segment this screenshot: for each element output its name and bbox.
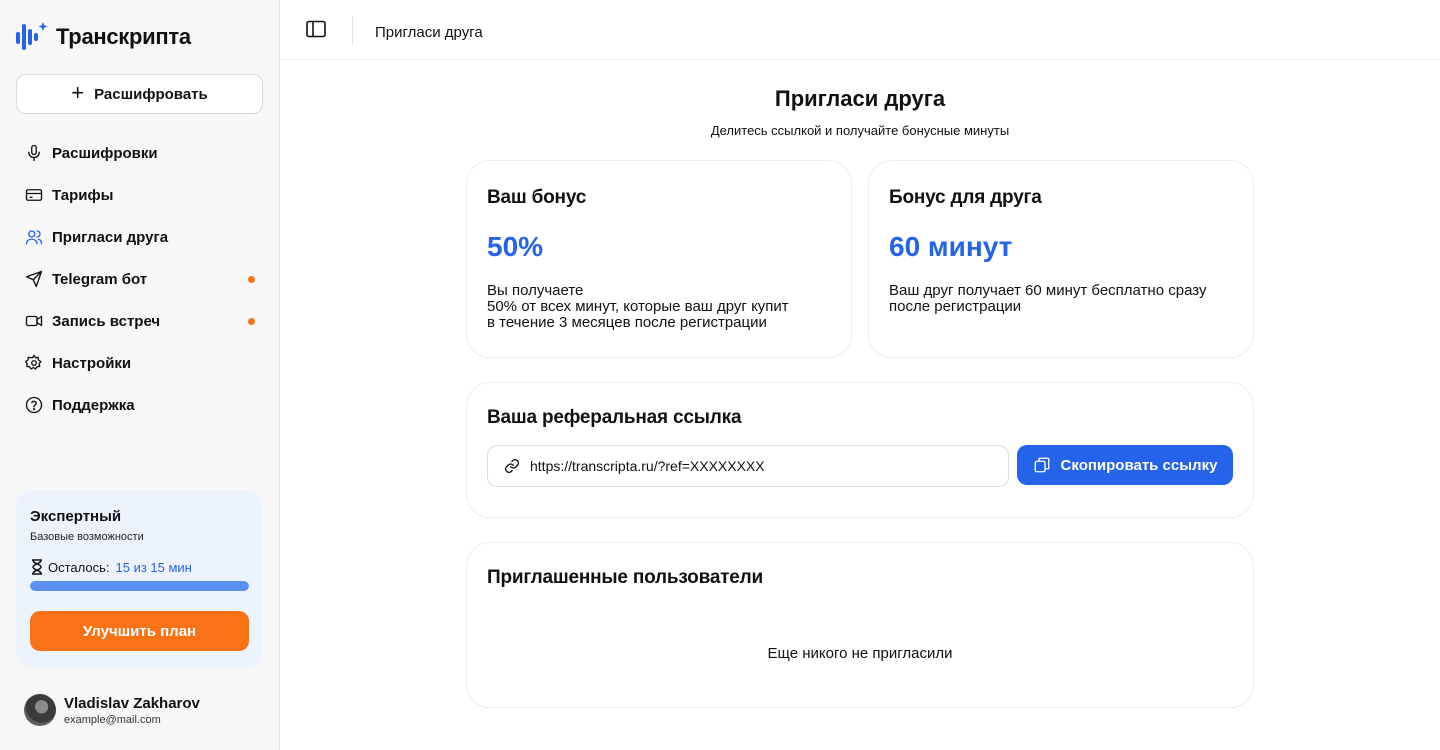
- breadcrumb: Пригласи друга: [375, 24, 483, 41]
- hourglass-icon: [32, 559, 42, 575]
- empty-state-text: Еще никого не пригласили: [767, 645, 953, 662]
- user-name: Vladislav Zakharov: [64, 694, 200, 712]
- referral-link-card: Ваша реферальная ссылка https://transcri…: [466, 382, 1254, 518]
- sidebar-item-label: Расшифровки: [52, 144, 158, 162]
- divider: [352, 16, 353, 45]
- app-name: Транскрипта: [56, 24, 191, 49]
- page-title: Пригласи друга: [774, 86, 946, 111]
- friend-bonus-value: 60 минут: [889, 231, 1013, 262]
- sidebar: Транскрипта + Расшифровать Расшифровки Т…: [0, 0, 280, 750]
- credit-card-icon: [24, 185, 44, 205]
- sidebar-item-label: Запись встреч: [52, 312, 161, 330]
- copy-link-button[interactable]: Скопировать ссылку: [1017, 445, 1233, 485]
- minutes-progress-bar: [30, 581, 249, 591]
- friend-bonus-card: Бонус для друга 60 минут Ваш друг получа…: [868, 160, 1254, 358]
- sidebar-item-settings[interactable]: Настройки: [16, 342, 263, 384]
- minutes-progress-fill: [30, 581, 249, 591]
- your-bonus-title: Ваш бонус: [487, 187, 587, 208]
- plan-subtitle: Базовые возможности: [30, 531, 144, 543]
- sidebar-item-label: Настройки: [52, 354, 132, 372]
- sidebar-nav: Расшифровки Тарифы Пригласи друга Telegr…: [16, 132, 263, 426]
- users-icon: [24, 227, 44, 247]
- transcribe-button[interactable]: + Расшифровать: [16, 74, 263, 114]
- plus-icon: +: [71, 80, 85, 105]
- user-profile[interactable]: Vladislav Zakharov example@mail.com: [24, 694, 200, 726]
- remaining-value: 15 из 15 мин: [115, 559, 192, 575]
- sidebar-item-transcriptions[interactable]: Расшифровки: [16, 132, 263, 174]
- sidebar-item-invite-friend[interactable]: Пригласи друга: [16, 216, 263, 258]
- sidebar-item-telegram-bot[interactable]: Telegram бот: [16, 258, 263, 300]
- friend-bonus-description: Ваш друг получает 60 минут бесплатно сра…: [889, 282, 1207, 315]
- sidebar-item-label: Поддержка: [52, 396, 135, 414]
- sidebar-toggle-icon[interactable]: [306, 20, 326, 38]
- invited-users-card: Приглашенные пользователи Еще никого не …: [466, 542, 1254, 708]
- sidebar-item-meeting-recording[interactable]: Запись встреч: [16, 300, 263, 342]
- sidebar-item-label: Telegram бот: [52, 270, 148, 288]
- remaining-label: Осталось:: [48, 559, 110, 575]
- microphone-icon: [24, 143, 44, 163]
- your-bonus-description: Вы получаете 50% от всех минут, которые …: [487, 282, 789, 331]
- link-icon: [505, 459, 519, 473]
- page-subtitle: Делитесь ссылкой и получайте бонусные ми…: [710, 123, 1010, 138]
- your-bonus-value: 50%: [487, 231, 544, 262]
- remaining-minutes: Осталось: 15 из 15 мин: [30, 559, 248, 575]
- notification-dot: [248, 318, 255, 325]
- send-icon: [24, 269, 44, 289]
- sidebar-item-label: Тарифы: [52, 186, 114, 204]
- referral-title: Ваша реферальная ссылка: [487, 407, 742, 428]
- sidebar-item-support[interactable]: Поддержка: [16, 384, 263, 426]
- upgrade-plan-button[interactable]: Улучшить план: [30, 611, 249, 651]
- friend-bonus-title: Бонус для друга: [889, 187, 1042, 208]
- invited-title: Приглашенные пользователи: [487, 567, 764, 588]
- user-email: example@mail.com: [64, 713, 161, 726]
- referral-link-text: https://transcripta.ru/?ref=XXXXXXXX: [530, 458, 765, 474]
- sidebar-item-label: Пригласи друга: [52, 228, 169, 246]
- copy-icon: [1034, 457, 1049, 473]
- plan-card: Экспертный Базовые возможности Осталось:…: [16, 490, 262, 668]
- app-logo[interactable]: Транскрипта: [16, 22, 191, 52]
- avatar: [24, 694, 56, 726]
- copy-link-label: Скопировать ссылку: [1060, 456, 1218, 474]
- topbar: Пригласи друга: [280, 0, 1440, 60]
- your-bonus-card: Ваш бонус 50% Вы получаете 50% от всех м…: [466, 160, 852, 358]
- help-circle-icon: [24, 395, 44, 415]
- video-icon: [24, 311, 44, 331]
- notification-dot: [248, 276, 255, 283]
- sidebar-item-pricing[interactable]: Тарифы: [16, 174, 263, 216]
- logo-icon: [16, 22, 48, 50]
- referral-link-field[interactable]: https://transcripta.ru/?ref=XXXXXXXX: [487, 445, 1009, 487]
- gear-icon: [24, 353, 44, 373]
- plan-name: Экспертный: [30, 508, 122, 525]
- referral-row: https://transcripta.ru/?ref=XXXXXXXX Ско…: [487, 445, 1233, 487]
- transcribe-button-label: Расшифровать: [94, 85, 208, 103]
